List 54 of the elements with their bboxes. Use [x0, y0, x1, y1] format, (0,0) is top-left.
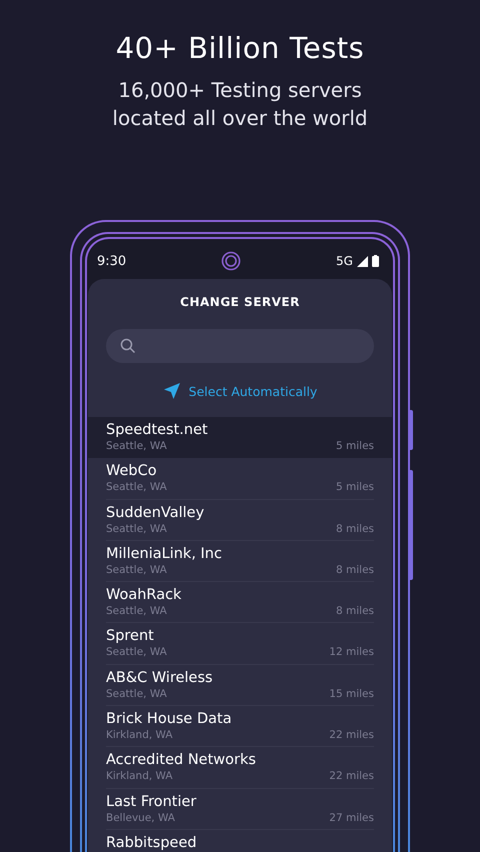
server-location: Seattle, WA: [106, 646, 167, 660]
server-location: Seattle, WA: [106, 605, 167, 618]
select-automatically-link[interactable]: Select Automatically: [188, 384, 318, 398]
server-location: Bellevue, WA: [106, 812, 175, 825]
server-location: Seattle, WA: [106, 688, 167, 701]
server-distance: 22 miles: [329, 729, 374, 742]
server-name: Rabbitspeed: [106, 834, 198, 852]
server-distance: 27 miles: [329, 812, 374, 825]
server-row[interactable]: SuddenValley Seattle, WA 8 miles: [88, 500, 392, 541]
server-distance: 5 miles: [336, 481, 374, 494]
server-name: Brick House Data: [106, 710, 233, 730]
server-row[interactable]: WoahRack Seattle, WA 8 miles: [88, 582, 392, 624]
server-name: WebCo: [106, 462, 158, 482]
signal-icon: [356, 256, 368, 266]
server-location: Seattle, WA: [106, 522, 167, 536]
camera-icon: [221, 251, 242, 271]
server-name: SuddenValley: [106, 504, 206, 523]
headline: 40+ Billion Tests: [116, 30, 364, 67]
status-time: 9:30: [97, 254, 126, 268]
server-distance: 8 miles: [336, 522, 374, 536]
server-distance: 22 miles: [329, 770, 374, 784]
server-distance: 12 miles: [329, 646, 374, 660]
server-distance: 8 miles: [336, 564, 374, 577]
server-distance: 15 miles: [329, 688, 374, 701]
server-name: MilleniaLink, Inc: [106, 544, 223, 564]
server-name: Speedtest.net: [106, 421, 209, 440]
server-name: WoahRack: [106, 586, 182, 606]
server-name: Sprent: [106, 627, 155, 646]
screen-title: CHANGE SERVER: [179, 295, 301, 309]
server-row[interactable]: AB&C Wireless Seattle, WA 15 miles: [88, 664, 392, 706]
server-location: Kirkland, WA: [106, 729, 173, 742]
server-row[interactable]: Last Frontier Bellevue, WA 27 miles: [88, 788, 392, 830]
server-row[interactable]: Speedtest.net Seattle, WA 5 miles: [88, 417, 392, 458]
server-distance: 8 miles: [336, 605, 374, 618]
server-row[interactable]: WebCo Seattle, WA 5 miles: [88, 458, 392, 500]
server-row[interactable]: MilleniaLink, Inc Seattle, WA 8 miles: [88, 540, 392, 582]
location-arrow-icon: [162, 382, 181, 400]
server-location: Seattle, WA: [106, 564, 167, 577]
server-row[interactable]: Accredited Networks Kirkland, WA 22 miles: [88, 747, 392, 789]
server-name: Accredited Networks: [106, 751, 257, 770]
server-name: AB&C Wireless: [106, 668, 214, 688]
search-field[interactable]: [106, 329, 374, 363]
server-row[interactable]: Brick House Data Kirkland, WA 22 miles: [88, 706, 392, 748]
subtitle: 16,000+ Testing servers located all over the world: [112, 77, 368, 132]
server-location: Seattle, WA: [106, 481, 167, 494]
network-label: 5G: [336, 254, 353, 268]
server-location: Kirkland, WA: [106, 770, 173, 784]
server-distance: 5 miles: [336, 440, 374, 453]
server-row[interactable]: Sprent Seattle, WA 12 miles: [88, 623, 392, 665]
server-location: Seattle, WA: [106, 440, 167, 453]
battery-icon: [372, 255, 379, 267]
server-name: Last Frontier: [106, 792, 198, 812]
server-row[interactable]: Rabbitspeed: [88, 830, 392, 852]
search-icon: [120, 338, 136, 354]
